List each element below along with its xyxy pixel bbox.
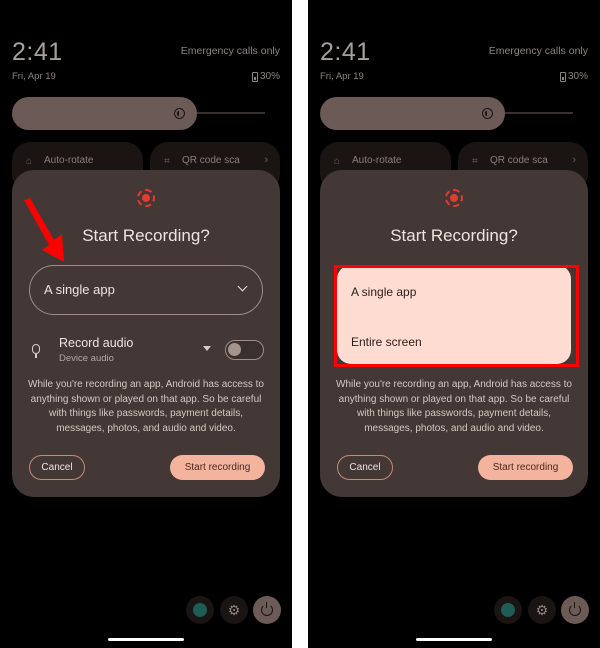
record-audio-toggle[interactable] xyxy=(225,340,264,360)
clock: 2:41 xyxy=(320,38,371,66)
carrier-status: Emergency calls only xyxy=(180,45,280,57)
power-icon xyxy=(569,602,581,616)
date: Fri, Apr 19 xyxy=(12,71,56,82)
rotate-icon: ⌂ xyxy=(334,156,341,167)
chevron-right-icon: › xyxy=(572,154,576,166)
brightness-track[interactable] xyxy=(190,112,265,114)
navigation-handle[interactable] xyxy=(416,638,492,641)
privacy-warning: While you're recording an app, Android h… xyxy=(336,379,572,434)
recording-mode-dropdown[interactable]: A single app xyxy=(29,265,263,315)
cancel-button[interactable]: Cancel xyxy=(337,455,393,480)
navigation-handle[interactable] xyxy=(108,638,184,641)
battery-icon xyxy=(251,71,258,82)
privacy-warning: While you're recording an app, Android h… xyxy=(28,379,264,434)
power-button[interactable] xyxy=(253,596,281,624)
brightness-track[interactable] xyxy=(498,112,573,114)
user-switch-button[interactable] xyxy=(186,596,214,624)
dialog-title: Start Recording? xyxy=(390,226,518,245)
dropdown-value: A single app xyxy=(44,282,115,297)
carrier-status: Emergency calls only xyxy=(488,45,588,57)
phone-screen-right: 2:41 Emergency calls only Fri, Apr 19 30… xyxy=(308,0,600,648)
tile-label: Auto-rotate xyxy=(44,155,94,166)
rotate-icon: ⌂ xyxy=(26,156,33,167)
tile-label: QR code sca xyxy=(182,155,240,166)
power-button[interactable] xyxy=(561,596,589,624)
date: Fri, Apr 19 xyxy=(320,71,364,82)
power-icon xyxy=(261,602,273,616)
tile-label: Auto-rotate xyxy=(352,155,402,166)
start-recording-button[interactable]: Start recording xyxy=(170,455,265,480)
settings-button[interactable]: ⚙ xyxy=(220,596,248,624)
settings-button[interactable]: ⚙ xyxy=(528,596,556,624)
screen-record-icon xyxy=(445,189,463,207)
microphone-icon xyxy=(32,344,40,358)
record-audio-label: Record audio xyxy=(59,336,134,350)
brightness-slider[interactable] xyxy=(12,97,197,130)
phone-screen-left: 2:41 Emergency calls only Fri, Apr 19 30… xyxy=(0,0,292,648)
chevron-down-icon xyxy=(237,281,248,292)
audio-source-label: Device audio xyxy=(59,353,114,364)
toggle-knob xyxy=(228,343,241,356)
cancel-button[interactable]: Cancel xyxy=(29,455,85,480)
qr-code-icon: ⌗ xyxy=(164,156,170,167)
battery-percent: 30% xyxy=(567,71,588,82)
battery-status: 30% xyxy=(559,71,588,82)
brightness-icon xyxy=(482,108,493,119)
brightness-icon xyxy=(174,108,185,119)
gear-icon: ⚙ xyxy=(227,601,241,618)
screen-record-icon xyxy=(137,189,155,207)
tile-label: QR code sca xyxy=(490,155,548,166)
brightness-slider[interactable] xyxy=(320,97,505,130)
annotation-arrow-icon xyxy=(24,198,64,262)
battery-percent: 30% xyxy=(259,71,280,82)
audio-source-dropdown-icon[interactable] xyxy=(203,346,211,351)
chevron-right-icon: › xyxy=(264,154,268,166)
battery-icon xyxy=(559,71,566,82)
user-switch-button[interactable] xyxy=(494,596,522,624)
gear-icon: ⚙ xyxy=(535,601,549,618)
clock: 2:41 xyxy=(12,38,63,66)
annotation-highlight-box xyxy=(334,265,579,367)
battery-status: 30% xyxy=(251,71,280,82)
start-recording-button[interactable]: Start recording xyxy=(478,455,573,480)
qr-code-icon: ⌗ xyxy=(472,156,478,167)
